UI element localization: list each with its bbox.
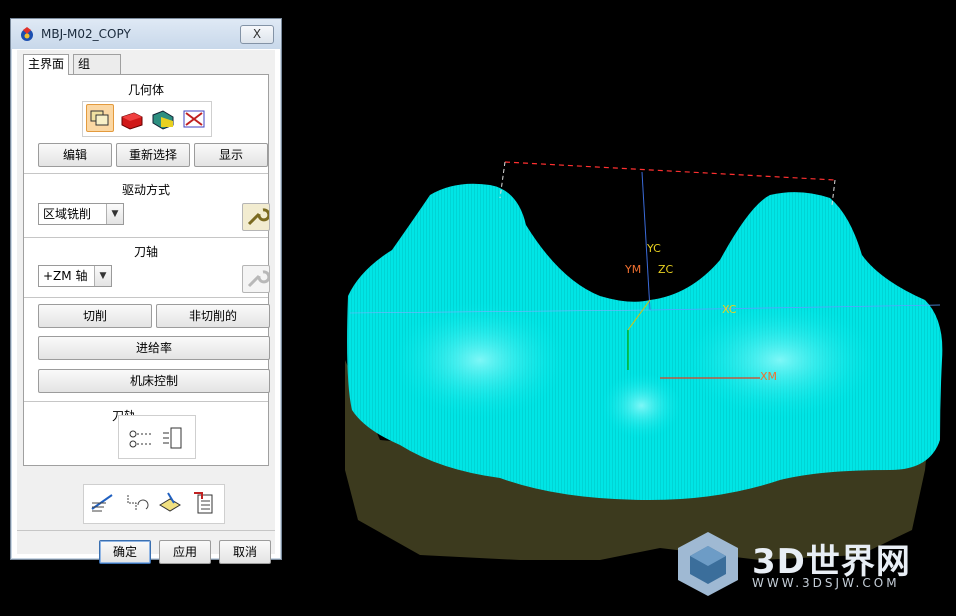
list-icon[interactable] <box>190 489 218 517</box>
separator <box>17 530 275 531</box>
generate-icon[interactable] <box>88 489 116 517</box>
blank-body-icon[interactable] <box>149 105 177 133</box>
wrench-icon[interactable] <box>242 203 271 231</box>
close-button[interactable]: X <box>240 25 274 44</box>
tool-axis-value: +ZM 轴 <box>43 269 88 283</box>
part-body-icon[interactable] <box>118 105 146 133</box>
reselect-button[interactable]: 重新选择 <box>116 143 190 167</box>
geometry-icon-group <box>82 101 212 137</box>
geometry-icon[interactable] <box>86 104 114 132</box>
watermark-logo <box>678 532 738 596</box>
tool-axis-select[interactable]: +ZM 轴 ▼ <box>38 265 112 287</box>
cancel-button[interactable]: 取消 <box>219 540 271 564</box>
drive-method-value: 区域铣削 <box>43 207 92 221</box>
separator <box>24 173 268 174</box>
dialog-body: 主界面 组 几何体 编辑 重新选择 显示 驱动方式 区域铣削 ▼ 刀轴 +ZM … <box>17 50 275 564</box>
watermark-url: WWW.3DSJW.COM <box>752 576 900 590</box>
dialog-titlebar[interactable]: MBJ-M02_COPY X <box>11 19 281 49</box>
wrench-disabled-icon <box>242 265 271 293</box>
axis-label-zc: ZC <box>658 263 674 276</box>
separator <box>24 401 268 402</box>
edit-geometry-button[interactable]: 编辑 <box>38 143 112 167</box>
toolpath-settings-icon[interactable] <box>127 424 155 452</box>
machine-control-button[interactable]: 机床控制 <box>38 369 270 393</box>
axis-label-ym: YM <box>625 263 642 276</box>
check-body-icon[interactable] <box>180 105 208 133</box>
cutting-params-button[interactable]: 切削 <box>38 304 152 328</box>
drive-method-title: 驱动方式 <box>121 183 170 197</box>
apply-button[interactable]: 应用 <box>159 540 211 564</box>
z-axis-line <box>641 171 651 311</box>
geometry-title: 几何体 <box>127 83 164 97</box>
tab-group[interactable]: 组 <box>73 54 121 74</box>
boundary-line <box>504 161 836 181</box>
axis-label-xm: XM <box>760 370 778 383</box>
axis-label-yc: YC <box>647 242 661 255</box>
verify-icon[interactable] <box>156 489 184 517</box>
separator <box>24 237 268 238</box>
chevron-down-icon: ▼ <box>94 266 111 286</box>
nx-app-icon <box>21 27 33 41</box>
separator <box>24 297 268 298</box>
display-button[interactable]: 显示 <box>194 143 268 167</box>
main-panel: 几何体 编辑 重新选择 显示 驱动方式 区域铣削 ▼ 刀轴 +ZM 轴 ▼ 切削… <box>23 74 271 466</box>
feeds-speeds-button[interactable]: 进给率 <box>38 336 270 360</box>
operation-dialog: MBJ-M02_COPY X 主界面 组 几何体 编辑 重新选择 显示 驱动方式… <box>10 18 282 564</box>
toolpath-icon-group <box>118 415 196 459</box>
replay-icon[interactable] <box>122 489 150 517</box>
drive-method-select[interactable]: 区域铣削 ▼ <box>38 203 124 225</box>
chevron-down-icon: ▼ <box>106 204 123 224</box>
tool-axis-title: 刀轴 <box>133 245 158 259</box>
actions-icon-group <box>83 484 225 524</box>
toolpath-list-icon[interactable] <box>159 424 187 452</box>
non-cutting-moves-button[interactable]: 非切削的 <box>156 304 270 328</box>
dialog-title: MBJ-M02_COPY <box>41 27 131 41</box>
tab-main[interactable]: 主界面 <box>23 54 70 75</box>
ok-button[interactable]: 确定 <box>99 540 151 564</box>
axis-label-xc: XC <box>722 303 737 316</box>
